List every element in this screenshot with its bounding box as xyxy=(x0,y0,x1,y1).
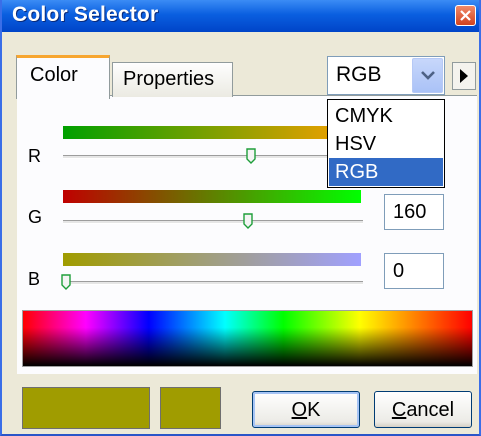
triangle-right-icon xyxy=(460,69,468,83)
tab-properties[interactable]: Properties xyxy=(112,62,233,97)
ok-button-label: OK xyxy=(291,399,321,421)
color-spectrum-picker[interactable] xyxy=(22,310,473,367)
close-icon xyxy=(460,10,471,21)
dropdown-button[interactable] xyxy=(412,58,443,93)
color-model-select[interactable]: RGB xyxy=(327,56,445,95)
chevron-down-icon xyxy=(421,71,435,80)
tab-color-label: Color xyxy=(30,64,78,86)
previous-color-swatch xyxy=(160,387,221,429)
blue-value: 0 xyxy=(393,260,405,282)
color-model-dropdown-list: CMYK HSV RGB xyxy=(327,99,445,188)
red-slider-thumb[interactable] xyxy=(246,148,256,164)
blue-channel-label: B xyxy=(28,269,41,289)
red-channel-gradient xyxy=(63,126,361,139)
blue-slider-thumb[interactable] xyxy=(61,274,71,290)
blue-slider-track[interactable] xyxy=(63,281,363,285)
option-rgb[interactable]: RGB xyxy=(329,158,443,186)
green-slider-track[interactable] xyxy=(63,220,363,224)
red-channel-label: R xyxy=(28,146,41,166)
color-model-value: RGB xyxy=(336,63,382,86)
cancel-button-label: Cancel xyxy=(391,399,455,421)
ok-button[interactable]: OK xyxy=(252,391,360,428)
green-value: 160 xyxy=(393,201,427,223)
green-channel-label: G xyxy=(28,207,43,227)
option-cmyk[interactable]: CMYK xyxy=(329,102,443,130)
green-slider-thumb[interactable] xyxy=(243,213,253,229)
tab-properties-label: Properties xyxy=(123,68,215,90)
tab-scroll-right-button[interactable] xyxy=(452,62,476,90)
tab-color[interactable]: Color xyxy=(16,55,110,99)
green-channel-gradient xyxy=(63,190,361,203)
window-title: Color Selector xyxy=(12,3,159,26)
cancel-button[interactable]: Cancel xyxy=(374,391,472,428)
blue-channel-gradient xyxy=(63,253,361,266)
close-button[interactable] xyxy=(455,5,476,26)
title-bar[interactable]: Color Selector xyxy=(2,0,479,32)
option-hsv[interactable]: HSV xyxy=(329,130,443,158)
blue-value-field[interactable]: 0 xyxy=(384,253,444,289)
red-slider-track[interactable] xyxy=(63,155,363,159)
green-value-field[interactable]: 160 xyxy=(384,194,444,230)
current-color-swatch xyxy=(22,387,150,429)
